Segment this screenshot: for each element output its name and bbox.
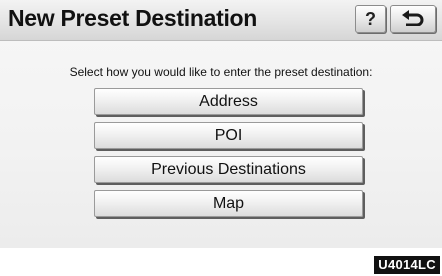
instruction-text: Select how you would like to enter the p…	[69, 65, 373, 79]
back-button[interactable]	[390, 5, 436, 33]
help-button[interactable]: ?	[355, 5, 386, 33]
navigation-screen: New Preset Destination ? Select how you …	[0, 0, 442, 248]
header-bar: New Preset Destination ?	[0, 0, 442, 41]
poi-button[interactable]: POI	[94, 122, 363, 149]
back-arrow-icon	[400, 8, 426, 31]
previous-destinations-button[interactable]: Previous Destinations	[94, 156, 363, 183]
address-button[interactable]: Address	[94, 88, 363, 115]
figure-code-label: U4014LC	[374, 256, 440, 274]
map-button[interactable]: Map	[94, 190, 363, 217]
page-title: New Preset Destination	[8, 5, 258, 31]
help-label: ?	[365, 8, 376, 29]
